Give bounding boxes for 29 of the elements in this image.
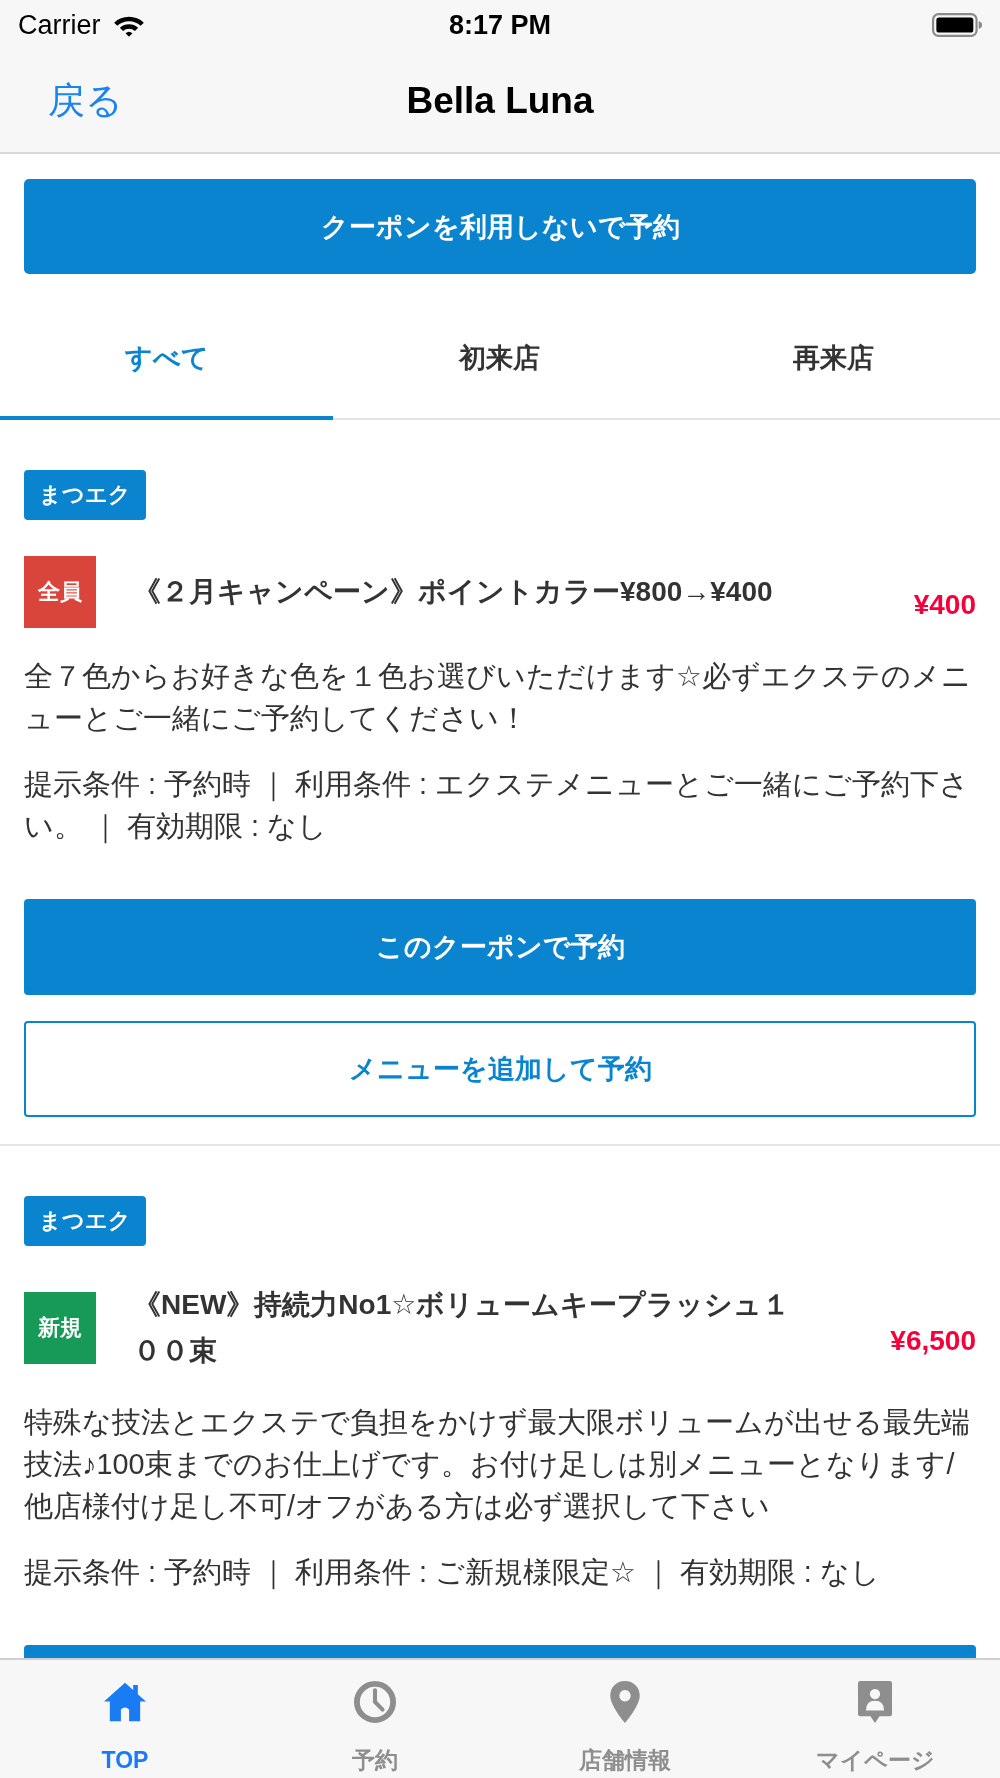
coupon-price: ¥400 — [913, 589, 976, 621]
coupon-title: 《NEW》持続力No1☆ボリュームキープラッシュ１００束 — [133, 1288, 792, 1368]
battery-icon — [932, 13, 982, 37]
coupon-description: 全７色からお好きな色を１色お選びいただけます☆必ずエクステのメニューとご一緒にご予約してください！ — [24, 659, 972, 736]
coupon-title: 《２月キャンペーン》ポイントカラー¥800→¥400 — [133, 575, 774, 609]
book-without-coupon-button[interactable]: クーポンを利用しないで予約 — [24, 179, 976, 274]
tab-bar-button[interactable]: マイページ — [809, 1660, 941, 1778]
audience-badge: 全員 — [24, 556, 96, 628]
carrier-label: Carrier — [18, 9, 101, 41]
tab-bar-button[interactable]: 予約 — [346, 1660, 404, 1778]
audience-badge: 新規 — [24, 1292, 96, 1364]
coupon-conditions: 提示条件 : 予約時 ｜ 利用条件 : ご新規様限定☆ ｜ 有効期限 : なし — [24, 1555, 881, 1592]
coupon-price: ¥6,500 — [890, 1325, 976, 1357]
time-label: 8:17 PM — [448, 9, 551, 41]
nav-title: Bella Luna — [406, 80, 594, 122]
tab-bar-button[interactable]: TOP — [95, 1660, 155, 1778]
book-with-coupon-button[interactable]: このクーポンで予約 — [24, 899, 976, 995]
back-button[interactable]: 戻る — [48, 76, 123, 126]
category-tag: まつエク — [24, 470, 146, 520]
segment-tab[interactable]: 再来店 — [666, 300, 1000, 420]
segment-tab[interactable]: すべて — [0, 300, 334, 420]
home-icon — [104, 1681, 146, 1723]
segment-tab[interactable]: 初来店 — [333, 300, 667, 420]
coupon-description: 特殊な技法とエクステで負担をかけず最大限ボリュームが出せる最先端技法♪100束までのお仕上げです。お付け足しは別メニューとなります/他店様付け足し不可/オフがある方は必ず選択して下さい — [24, 1405, 971, 1524]
add-menu-button[interactable]: メニューを追加して予約 — [24, 1021, 976, 1117]
clock-icon — [354, 1681, 396, 1723]
tab-bar-button[interactable]: 店舗情報 — [573, 1660, 677, 1778]
coupon-conditions: 提示条件 : 予約時 ｜ 利用条件 : エクステメニューとご一緒にご予約下さい。 ｜ 有効期限 : なし — [24, 767, 970, 846]
category-tag: まつエク — [24, 1196, 146, 1246]
